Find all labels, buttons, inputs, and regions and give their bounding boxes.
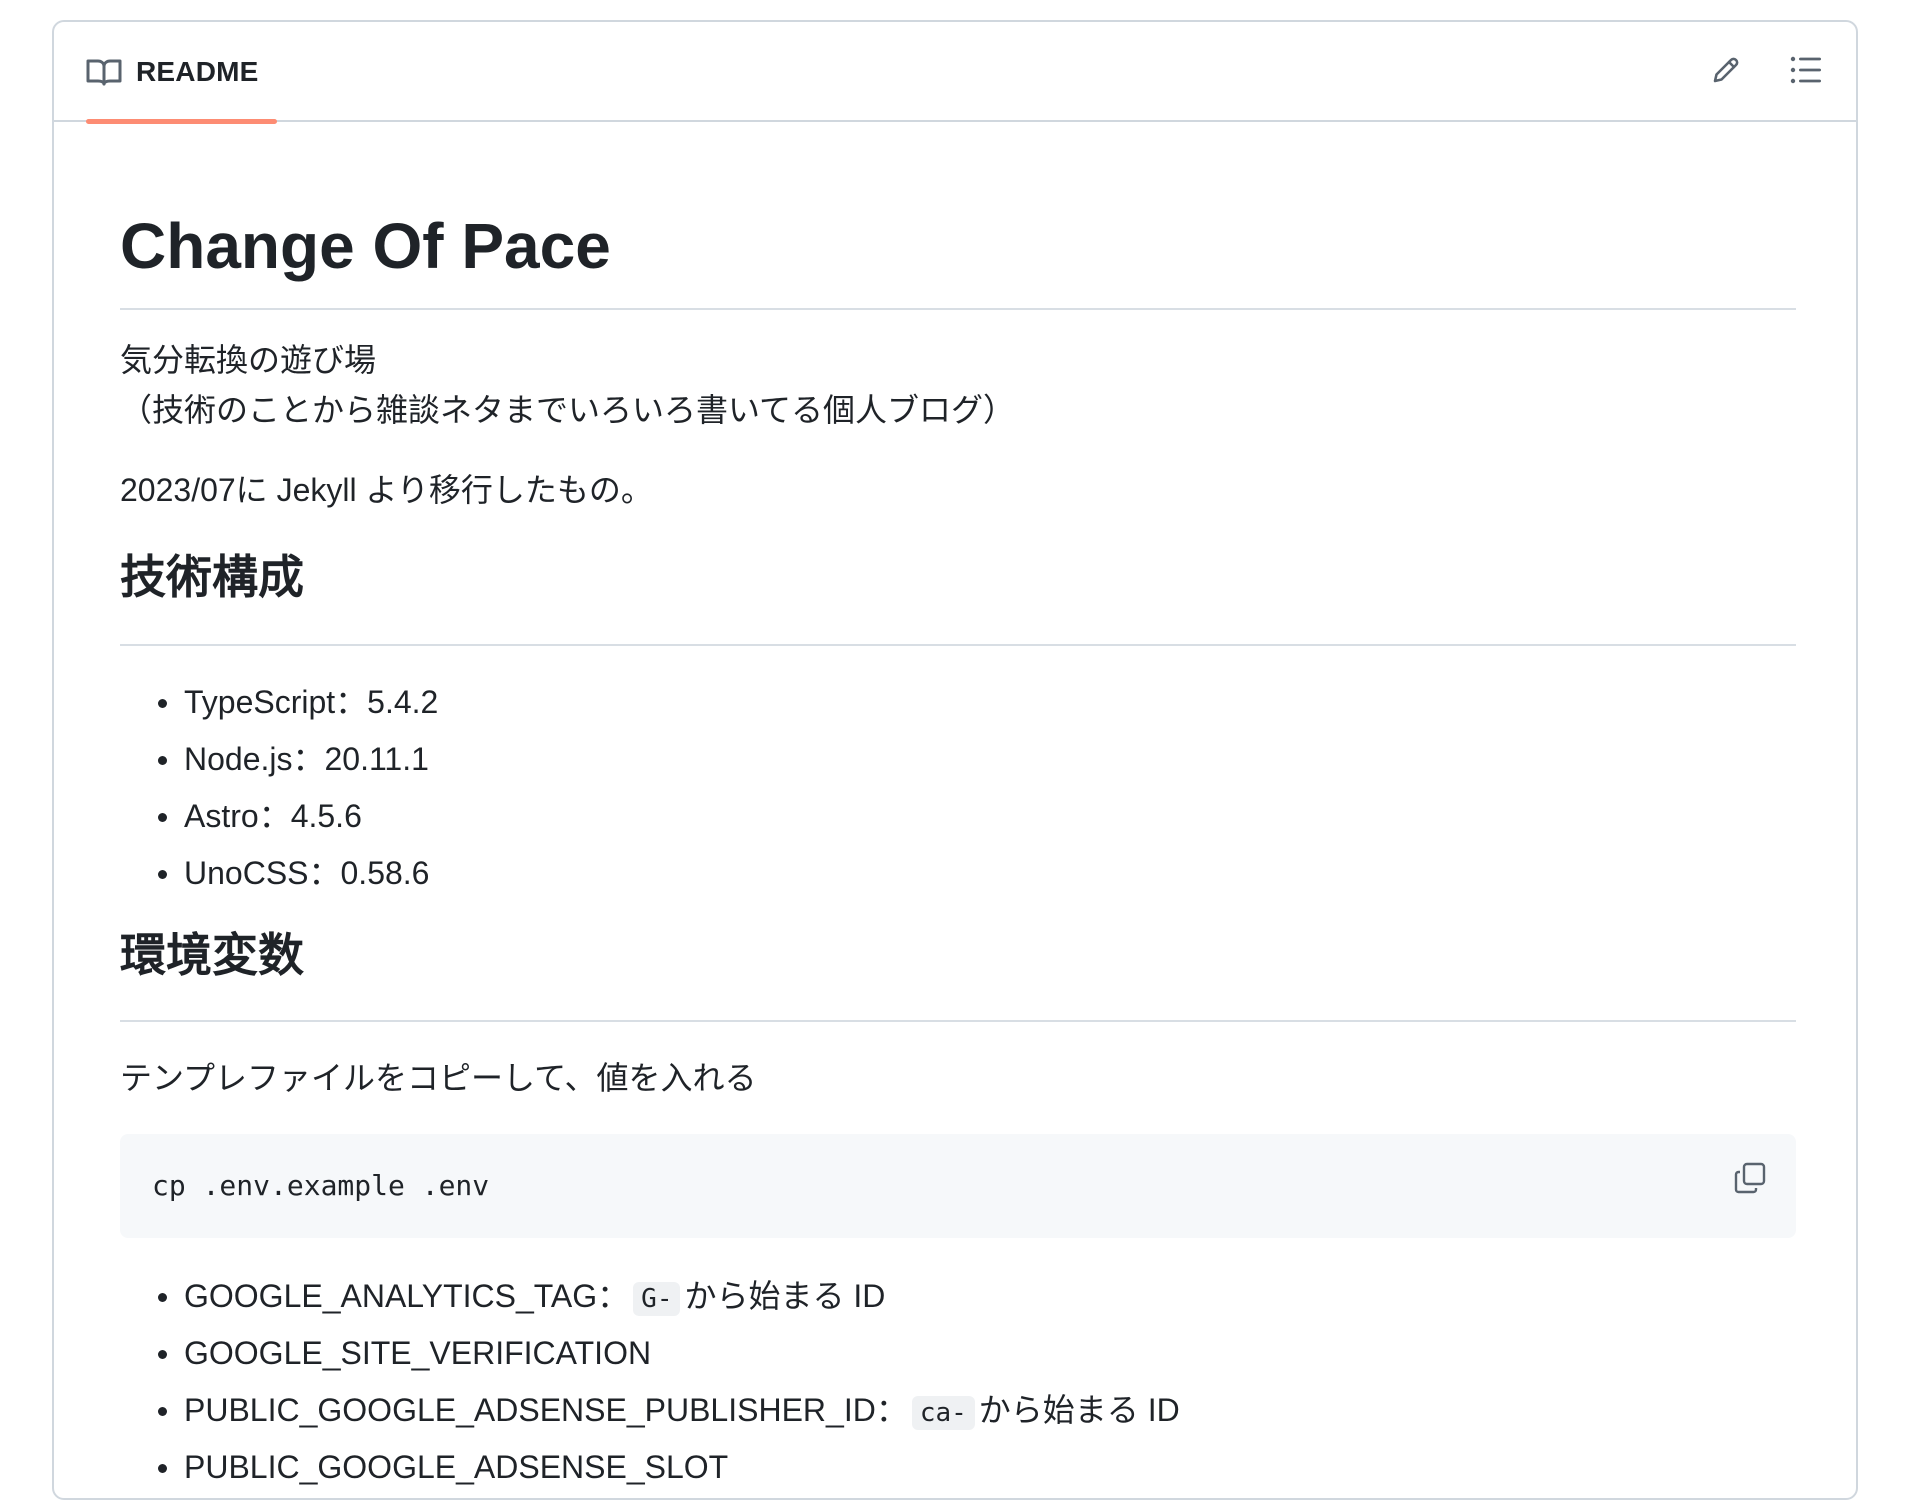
code-text: cp .env.example .env: [152, 1169, 490, 1202]
tab-readme[interactable]: README: [70, 22, 277, 124]
env-var-desc: から始まる ID: [978, 1392, 1180, 1428]
intro-line-2: （技術のことから雑談ネタまでいろいろ書いてる個人ブログ）: [120, 392, 1016, 428]
tab-active-underline: [86, 119, 277, 124]
tech-heading: 技術構成: [120, 551, 304, 603]
env-divider: [120, 1020, 1796, 1022]
readme-header: README: [54, 22, 1856, 124]
intro-line-1: 気分転換の遊び場: [120, 342, 377, 378]
list-item: PUBLIC_GOOGLE_ADSENSE_SLOT: [120, 1447, 1180, 1487]
tech-list: TypeScript：5.4.2 Node.js：20.11.1 Astro：4…: [120, 682, 438, 893]
env-heading: 環境変数: [120, 929, 304, 981]
env-var-name: GOOGLE_SITE_VERIFICATION: [184, 1335, 652, 1371]
copy-icon: [1733, 1161, 1767, 1200]
list-item: Astro：4.5.6: [120, 796, 438, 836]
list-item: Node.js：20.11.1: [120, 739, 438, 779]
copy-button[interactable]: [1730, 1160, 1770, 1200]
list-item: PUBLIC_GOOGLE_ADSENSE_PUBLISHER_ID： ca- から…: [120, 1390, 1180, 1430]
list-item: GOOGLE_ANALYTICS_TAG： G- から始まる ID: [120, 1276, 1180, 1316]
inline-code: ca-: [911, 1396, 975, 1430]
inline-code: G-: [633, 1282, 681, 1316]
env-var-name: GOOGLE_ANALYTICS_TAG：: [184, 1278, 630, 1314]
tech-divider: [120, 644, 1796, 646]
code-block: cp .env.example .env: [120, 1134, 1796, 1238]
pencil-icon: [1710, 54, 1742, 91]
list-item: GOOGLE_SITE_VERIFICATION: [120, 1333, 1180, 1373]
env-var-name: PUBLIC_GOOGLE_ADSENSE_PUBLISHER_ID：: [184, 1392, 908, 1428]
outline-button[interactable]: [1786, 52, 1826, 92]
book-icon: [86, 57, 122, 87]
env-var-desc: から始まる ID: [684, 1278, 886, 1314]
readme-tab-label: README: [136, 56, 259, 87]
header-actions: [1706, 22, 1826, 122]
list-item: TypeScript：5.4.2: [120, 682, 438, 722]
readme-panel: README Change Of Pace 気分転換の遊び場 （技術のことから雑…: [52, 20, 1858, 1500]
title-divider: [120, 308, 1796, 310]
page-title: Change Of Pace: [120, 210, 611, 282]
env-intro: テンプレファイルをコピーして、値を入れる: [120, 1060, 757, 1096]
list-icon: [1790, 56, 1822, 89]
env-var-name: PUBLIC_GOOGLE_ADSENSE_SLOT: [184, 1449, 729, 1485]
migration-note: 2023/07に Jekyll より移行したもの。: [120, 472, 653, 508]
env-list: GOOGLE_ANALYTICS_TAG： G- から始まる ID GOOGLE_S…: [120, 1276, 1180, 1487]
list-item: UnoCSS：0.58.6: [120, 853, 438, 893]
edit-button[interactable]: [1706, 52, 1746, 92]
